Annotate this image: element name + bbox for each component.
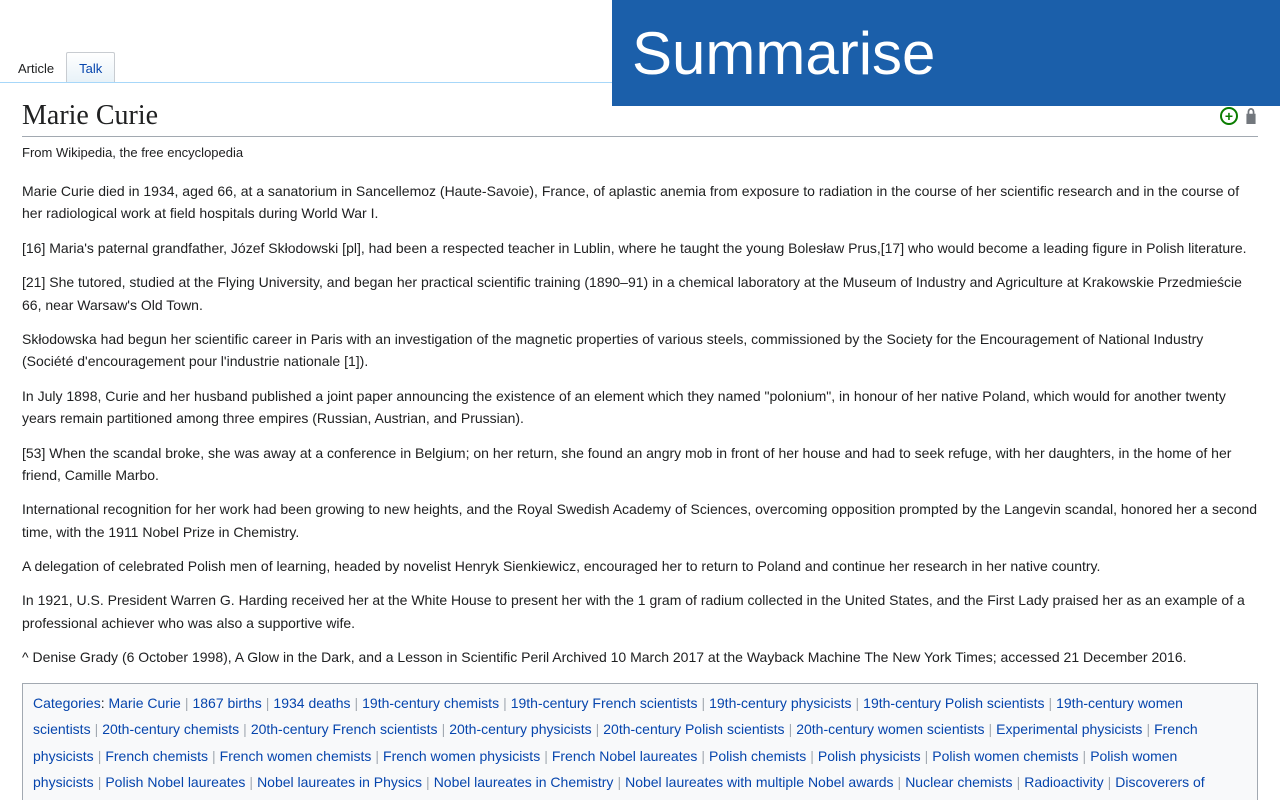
- category-separator: |: [1142, 721, 1154, 737]
- category-separator: |: [208, 748, 220, 764]
- category-link[interactable]: Polish women chemists: [932, 748, 1078, 764]
- category-separator: |: [245, 774, 257, 790]
- category-link[interactable]: 1934 deaths: [273, 695, 350, 711]
- summarise-banner: Summarise: [612, 0, 1280, 106]
- tab-talk[interactable]: Talk: [66, 52, 115, 82]
- page-title: Marie Curie: [22, 100, 158, 132]
- paragraph: Marie Curie died in 1934, aged 66, at a …: [22, 180, 1258, 225]
- category-separator: |: [592, 721, 604, 737]
- category-link[interactable]: Nobel laureates with multiple Nobel awar…: [625, 774, 893, 790]
- category-separator: |: [371, 748, 383, 764]
- category-link[interactable]: Polish Nobel laureates: [105, 774, 245, 790]
- category-link[interactable]: 19th-century Polish scientists: [863, 695, 1044, 711]
- category-link[interactable]: 20th-century women scientists: [796, 721, 984, 737]
- paragraph: International recognition for her work h…: [22, 498, 1258, 543]
- category-link[interactable]: Experimental physicists: [996, 721, 1142, 737]
- article-content: Marie Curie + From Wikipedia, the free e…: [22, 100, 1258, 800]
- category-separator: |: [697, 748, 709, 764]
- paragraph: Skłodowska had begun her scientific care…: [22, 328, 1258, 373]
- category-separator: |: [1104, 774, 1116, 790]
- category-link[interactable]: Nobel laureates in Chemistry: [434, 774, 614, 790]
- category-separator: |: [91, 721, 103, 737]
- category-separator: |: [94, 748, 106, 764]
- banner-title: Summarise: [632, 19, 935, 88]
- category-separator: |: [94, 774, 106, 790]
- category-separator: |: [499, 695, 511, 711]
- category-separator: |: [438, 721, 450, 737]
- categories-box: Categories: Marie Curie|1867 births|1934…: [22, 683, 1258, 800]
- category-link[interactable]: 20th-century chemists: [102, 721, 239, 737]
- page-title-row: Marie Curie +: [22, 100, 1258, 137]
- lock-icon: [1244, 108, 1258, 124]
- category-separator: |: [1013, 774, 1025, 790]
- page-subtitle: From Wikipedia, the free encyclopedia: [22, 145, 1258, 160]
- category-separator: |: [852, 695, 864, 711]
- category-separator: |: [262, 695, 274, 711]
- category-separator: |: [785, 721, 797, 737]
- paragraph: [21] She tutored, studied at the Flying …: [22, 271, 1258, 316]
- category-separator: |: [350, 695, 362, 711]
- category-link[interactable]: French women physicists: [383, 748, 540, 764]
- category-separator: |: [239, 721, 251, 737]
- paragraph: In 1921, U.S. President Warren G. Hardin…: [22, 589, 1258, 634]
- category-link[interactable]: French Nobel laureates: [552, 748, 698, 764]
- paragraph: [16] Maria's paternal grandfather, Józef…: [22, 237, 1258, 259]
- category-link[interactable]: Radioactivity: [1024, 774, 1103, 790]
- category-link[interactable]: 20th-century French scientists: [251, 721, 438, 737]
- category-link[interactable]: Polish physicists: [818, 748, 921, 764]
- category-separator: |: [1044, 695, 1056, 711]
- page-tabs: Article Talk: [6, 50, 115, 82]
- category-separator: |: [697, 695, 709, 711]
- category-separator: |: [540, 748, 552, 764]
- category-link[interactable]: French women chemists: [220, 748, 372, 764]
- category-separator: |: [894, 774, 906, 790]
- article-body: Marie Curie died in 1934, aged 66, at a …: [22, 180, 1258, 669]
- category-link[interactable]: 1867 births: [192, 695, 261, 711]
- category-link[interactable]: 19th-century physicists: [709, 695, 851, 711]
- category-link[interactable]: Polish chemists: [709, 748, 806, 764]
- good-article-icon[interactable]: +: [1220, 107, 1238, 125]
- category-link[interactable]: 20th-century physicists: [449, 721, 591, 737]
- paragraph: [53] When the scandal broke, she was awa…: [22, 442, 1258, 487]
- category-separator: |: [181, 695, 193, 711]
- category-link[interactable]: Nobel laureates in Physics: [257, 774, 422, 790]
- category-separator: |: [613, 774, 625, 790]
- category-separator: |: [422, 774, 434, 790]
- categories-label: Categories:: [33, 695, 108, 711]
- category-link[interactable]: French chemists: [105, 748, 208, 764]
- tab-article[interactable]: Article: [6, 53, 66, 82]
- paragraph: A delegation of celebrated Polish men of…: [22, 555, 1258, 577]
- category-link[interactable]: 19th-century French scientists: [511, 695, 698, 711]
- category-separator: |: [1079, 748, 1091, 764]
- category-separator: |: [985, 721, 997, 737]
- paragraph: In July 1898, Curie and her husband publ…: [22, 385, 1258, 430]
- category-separator: |: [806, 748, 818, 764]
- category-link[interactable]: Marie Curie: [108, 695, 180, 711]
- category-link[interactable]: Nuclear chemists: [905, 774, 1012, 790]
- category-link[interactable]: 19th-century chemists: [362, 695, 499, 711]
- categories-link[interactable]: Categories: [33, 695, 101, 711]
- category-link[interactable]: 20th-century Polish scientists: [603, 721, 784, 737]
- category-separator: |: [921, 748, 933, 764]
- paragraph: ^ Denise Grady (6 October 1998), A Glow …: [22, 646, 1258, 668]
- title-icons: +: [1220, 107, 1258, 125]
